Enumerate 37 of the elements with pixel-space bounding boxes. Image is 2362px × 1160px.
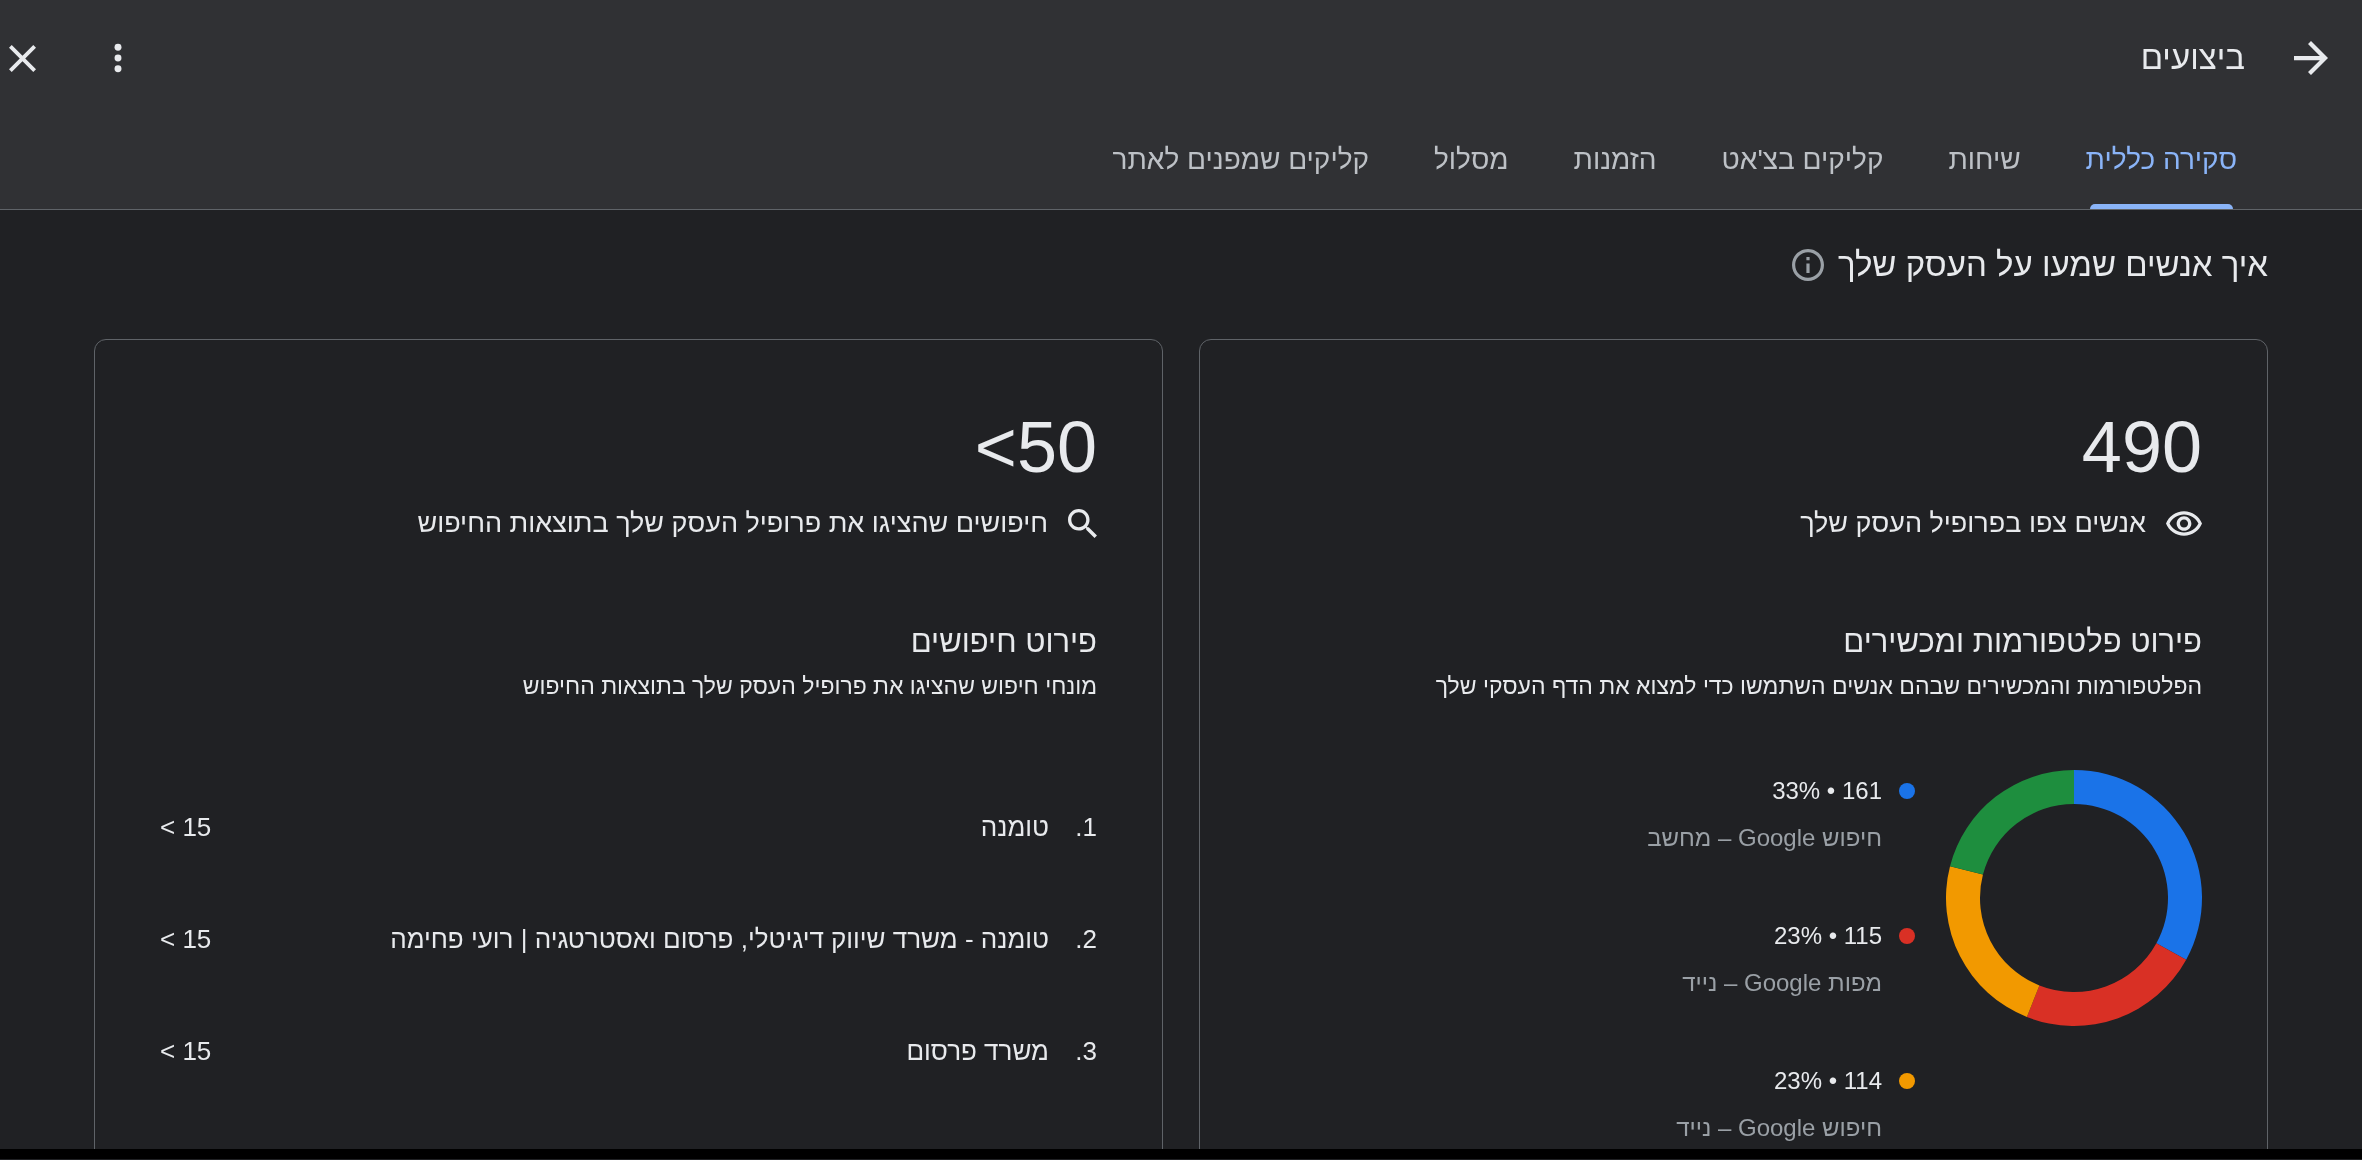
tab[interactable]: קליקים שמפנים לאתר (1112, 143, 1369, 209)
page-title: ביצועים (2140, 38, 2245, 78)
rank-number: 2. (1074, 923, 1097, 956)
breakdown-subtitle: הפלטפורמות והמכשירים שבהם אנשים השתמשו כדי למצוא את הדף העסקי שלך (1434, 672, 2202, 701)
breakdown-title: פירוט פלטפורמות ומכשירים (1842, 623, 2202, 661)
legend-label: חיפוש Google – מחשב (1647, 823, 1883, 853)
breakdown-title: פירוט חיפושים (909, 623, 1097, 661)
rank-number: 3. (1074, 1035, 1097, 1068)
search-term: משרד פרסום (906, 1035, 1049, 1068)
legend-label: חיפוש Google – נייד (1675, 1113, 1883, 1143)
metric-value: 490 (2081, 407, 2202, 487)
search-icon (1068, 508, 1097, 538)
tab[interactable]: מסלול (1434, 143, 1509, 209)
metric-value: <50 (974, 407, 1097, 487)
tab[interactable]: סקירה כללית (2085, 143, 2237, 209)
legend-label: מפות Google – נייד (1681, 968, 1883, 998)
tab[interactable]: שיחות (1948, 143, 2021, 209)
legend-value: 114 • 23% (1773, 1066, 1882, 1096)
search-count: < 15 (160, 811, 212, 844)
right-arrow-icon[interactable] (2294, 41, 2328, 75)
section-title: איך אנשים שמעו על העסק שלך (1837, 245, 2268, 285)
eye-icon (2166, 510, 2202, 536)
breakdown-subtitle: מונחי חיפוש שהציגו את פרופיל העסק שלך בתוצאות החיפוש (521, 672, 1097, 701)
search-term: טומנה (980, 811, 1049, 844)
close-icon[interactable] (9, 44, 36, 72)
search-count: < 15 (160, 1035, 212, 1068)
metric-caption: אנשים צפו בפרופיל העסק שלך (1800, 507, 2146, 540)
rank-number: 1. (1074, 811, 1097, 844)
more-icon[interactable] (114, 43, 122, 73)
info-icon[interactable] (1791, 249, 1824, 281)
legend-value: 115 • 23% (1773, 921, 1882, 951)
tab[interactable]: הזמנות (1573, 143, 1657, 209)
tab[interactable]: קליקים בצ'אט (1721, 143, 1884, 209)
metric-caption: חיפושים שהציגו את פרופיל העסק שלך בתוצאות החיפוש (417, 507, 1048, 540)
legend-value: 161 • 33% (1772, 776, 1882, 806)
search-term: טומנה - משרד שיווק דיגיטלי, פרסום ואסטרטגיה | רועי פחימה (390, 923, 1049, 956)
search-count: < 15 (160, 923, 212, 956)
